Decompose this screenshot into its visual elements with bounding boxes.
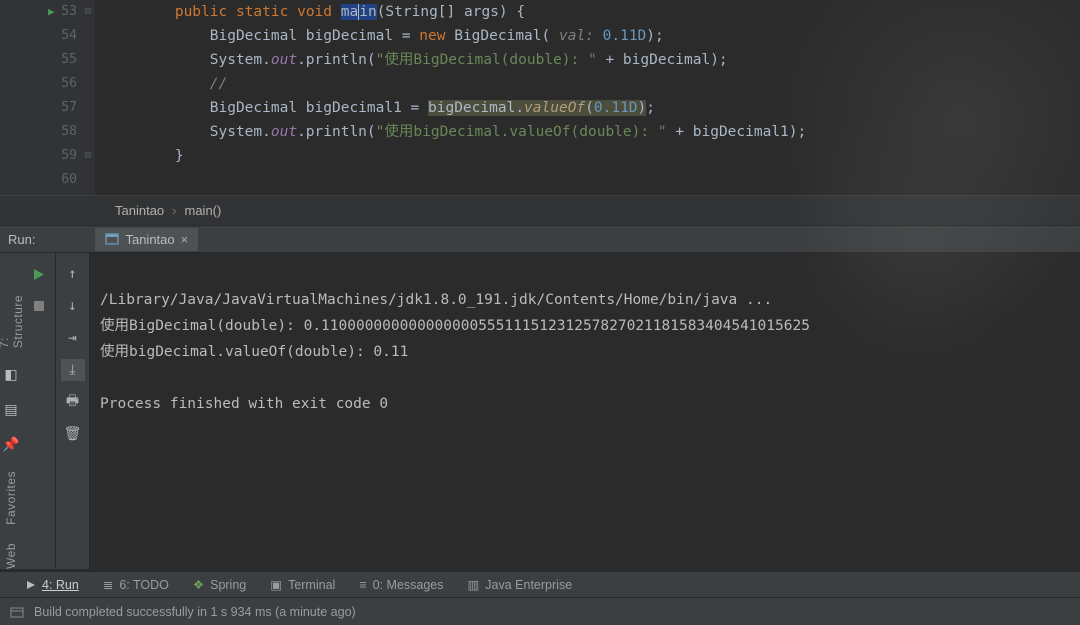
tab-spring-label: Spring <box>210 578 246 592</box>
web-tool-window-button[interactable]: Web <box>4 543 18 569</box>
pin-icon[interactable]: 📌 <box>2 436 19 453</box>
close-icon[interactable]: × <box>181 232 189 247</box>
bottom-tool-tabs: 4: Run ≣ 6: TODO ❖ Spring ▣ Terminal ≡ 0… <box>0 571 1080 597</box>
line-number: 54 <box>61 28 77 43</box>
run-tab-label: Tanintao <box>125 232 174 247</box>
tab-spring[interactable]: ❖ Spring <box>193 577 246 592</box>
code-text[interactable]: public static void main(String[] args) {… <box>95 0 1080 195</box>
status-bar: Build completed successfully in 1 s 934 … <box>0 597 1080 625</box>
line-number: 58 <box>61 124 77 139</box>
run-gutter-icon[interactable]: ▶ <box>48 0 55 24</box>
console-line: /Library/Java/JavaVirtualMachines/jdk1.8… <box>100 292 772 308</box>
line-number: 59 <box>61 148 77 163</box>
application-icon <box>105 232 119 246</box>
code-editor[interactable]: 53 ▶ ⊟ 54 55 56 57 58 59 ⊟ 60 public sta… <box>0 0 1080 195</box>
console-line: 使用bigDecimal.valueOf(double): 0.11 <box>100 344 408 360</box>
terminal-icon: ▣ <box>270 577 282 592</box>
line-number: 53 <box>61 4 77 19</box>
camera-icon[interactable]: ◧ <box>4 366 17 383</box>
tab-todo[interactable]: ≣ 6: TODO <box>103 577 169 592</box>
breadcrumb-class[interactable]: Tanintao <box>115 203 164 218</box>
trash-icon[interactable]: 🗑 <box>61 423 85 445</box>
fold-end-icon[interactable]: ⊟ <box>85 144 91 168</box>
list-icon: ≣ <box>103 577 113 592</box>
tab-terminal-label: Terminal <box>288 578 335 592</box>
console-line: Process finished with exit code 0 <box>100 396 388 412</box>
spring-icon: ❖ <box>193 577 204 592</box>
print-icon[interactable]: 🖶 <box>61 391 85 413</box>
tab-messages-label: 0: Messages <box>373 578 444 592</box>
line-number: 57 <box>61 100 77 115</box>
favorites-tool-window-button[interactable]: Favorites <box>4 471 18 525</box>
status-message: Build completed successfully in 1 s 934 … <box>34 605 356 619</box>
layout-icon[interactable]: ▤ <box>4 401 17 418</box>
line-number: 55 <box>61 52 77 67</box>
left-tool-strip: 7: Structure ◧ ▤ 📌 Favorites Web <box>0 253 22 569</box>
line-number-gutter: 53 ▶ ⊟ 54 55 56 57 58 59 ⊟ 60 <box>0 0 95 195</box>
soft-wrap-icon[interactable]: ⇥ <box>61 327 85 349</box>
stop-button[interactable] <box>27 295 51 317</box>
run-config-tab[interactable]: Tanintao × <box>95 228 198 251</box>
tab-terminal[interactable]: ▣ Terminal <box>270 577 335 592</box>
structure-tool-window-button[interactable]: 7: Structure <box>0 293 25 348</box>
line-number: 56 <box>61 76 77 91</box>
down-icon[interactable]: ↓ <box>61 295 85 317</box>
run-toolbar-col1 <box>22 253 56 569</box>
tab-todo-label: 6: TODO <box>119 578 169 592</box>
tab-run-label: 4: Run <box>42 578 79 592</box>
layers-icon: ▥ <box>467 577 479 592</box>
breadcrumb[interactable]: Tanintao › main() <box>0 195 1080 225</box>
rerun-button[interactable] <box>27 263 51 285</box>
line-number: 60 <box>61 172 77 187</box>
console-line: 使用BigDecimal(double): 0.1100000000000000… <box>100 318 810 334</box>
run-panel-header: Run: Tanintao × <box>0 225 1080 253</box>
console-output[interactable]: /Library/Java/JavaVirtualMachines/jdk1.8… <box>90 253 1080 569</box>
messages-icon: ≡ <box>359 578 366 592</box>
tab-run[interactable]: 4: Run <box>26 578 79 592</box>
fold-icon[interactable]: ⊟ <box>85 0 91 24</box>
breadcrumb-separator: › <box>172 203 176 218</box>
run-label: Run: <box>8 232 35 247</box>
scroll-to-end-icon[interactable]: ⤓ <box>61 359 85 381</box>
tab-messages[interactable]: ≡ 0: Messages <box>359 578 443 592</box>
status-icon[interactable] <box>10 605 24 619</box>
play-icon <box>26 580 36 590</box>
up-icon[interactable]: ↑ <box>61 263 85 285</box>
breadcrumb-method[interactable]: main() <box>185 203 222 218</box>
run-toolbar-col2: ↑ ↓ ⇥ ⤓ 🖶 🗑 <box>56 253 90 569</box>
tab-java-enterprise[interactable]: ▥ Java Enterprise <box>467 577 572 592</box>
tab-java-ee-label: Java Enterprise <box>485 578 572 592</box>
